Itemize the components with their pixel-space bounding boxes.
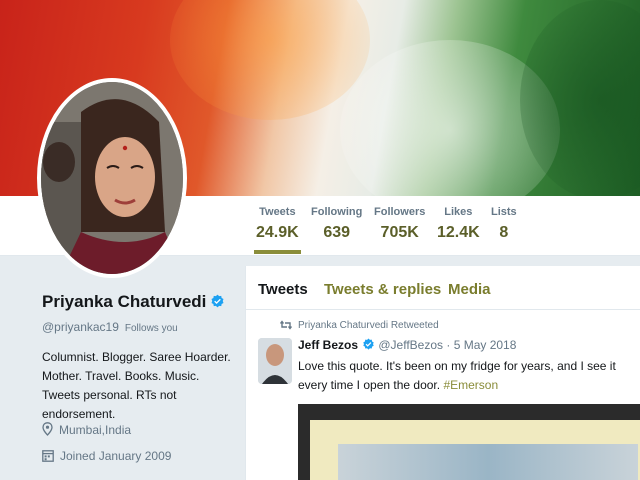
tweet-handle-date[interactable]: @JeffBezos · 5 May 2018 [378, 338, 516, 352]
location-pin-icon [42, 422, 53, 436]
profile-location-text: Mumbai,India [59, 423, 132, 437]
tab-tweets[interactable]: Tweets [258, 281, 308, 298]
tweet-author-name[interactable]: Jeff Bezos [298, 338, 358, 352]
profile-handle[interactable]: @priyankac19 Follows you [42, 320, 178, 334]
profile-joined-text: Joined January 2009 [60, 449, 172, 463]
retweet-icon [279, 320, 293, 330]
profile-sidebar: Priyanka Chaturvedi @priyankac19 Follows … [0, 256, 245, 480]
verified-badge-icon [211, 294, 224, 308]
follows-you-badge: Follows you [124, 323, 178, 334]
profile-bio: Columnist. Blogger. Saree Hoarder. Mothe… [42, 350, 231, 421]
stat-label: Likes [444, 206, 473, 218]
stat-followers[interactable]: Followers 705K [374, 206, 425, 242]
stat-lists[interactable]: Lists 8 [491, 206, 517, 242]
timeline-panel: Tweets Tweets & replies Media Priyanka C… [245, 266, 640, 480]
tweet-media-image[interactable] [298, 404, 640, 480]
stat-label: Followers [374, 206, 426, 218]
tab-media[interactable]: Media [448, 281, 491, 298]
stat-label: Following [311, 206, 363, 218]
stat-label: Tweets [259, 206, 296, 218]
tweet-text: Love this quote. It's been on my fridge … [298, 357, 640, 395]
stat-value: 705K [380, 224, 419, 241]
stat-likes[interactable]: Likes 12.4K [437, 206, 480, 242]
retweet-context: Priyanka Chaturvedi Retweeted [279, 320, 439, 331]
tweet-hashtag[interactable]: #Emerson [443, 378, 498, 392]
stat-label: Lists [491, 206, 517, 218]
stat-tweets[interactable]: Tweets 24.9K [254, 206, 301, 254]
profile-avatar[interactable] [37, 78, 187, 278]
tab-tweets-and-replies[interactable]: Tweets & replies [324, 281, 441, 298]
stat-value: 639 [323, 224, 351, 241]
timeline-tabs: Tweets Tweets & replies Media [246, 266, 640, 310]
tweet-author-avatar[interactable] [258, 338, 292, 384]
profile-location: Mumbai,India [42, 422, 131, 437]
stat-following[interactable]: Following 639 [311, 206, 362, 242]
tweet-header: Jeff Bezos @JeffBezos · 5 May 2018 [298, 338, 516, 352]
stat-value: 8 [499, 224, 509, 241]
stat-value: 12.4K [437, 224, 480, 241]
calendar-icon [42, 450, 54, 462]
retweet-context-text: Priyanka Chaturvedi Retweeted [298, 320, 439, 331]
profile-name-text: Priyanka Chaturvedi [42, 292, 207, 311]
profile-handle-text: @priyankac19 [42, 320, 119, 334]
verified-badge-icon [363, 338, 374, 350]
profile-joined: Joined January 2009 [42, 449, 171, 463]
stat-value: 24.9K [256, 224, 299, 241]
profile-name[interactable]: Priyanka Chaturvedi [42, 292, 225, 312]
